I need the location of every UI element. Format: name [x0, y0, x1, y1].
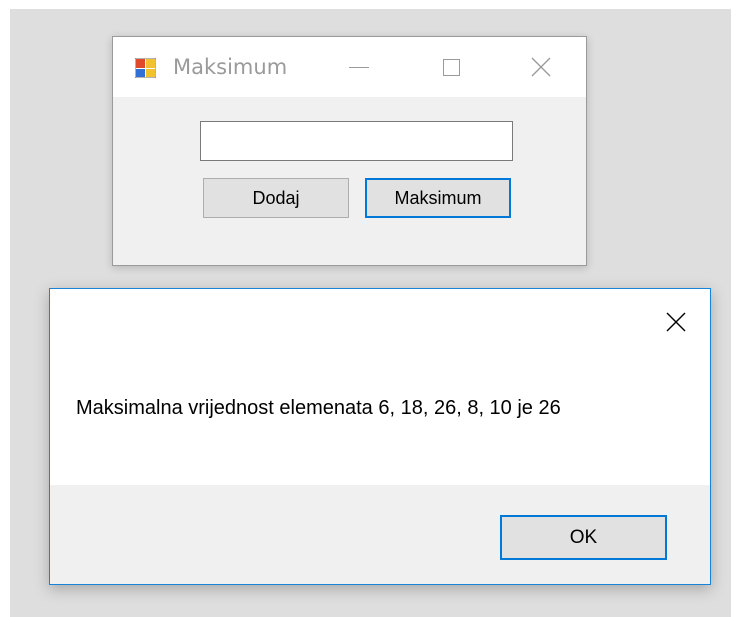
main-form-window: Maksimum Dodaj Maksimum	[112, 36, 587, 266]
close-icon	[666, 312, 686, 332]
add-button[interactable]: Dodaj	[203, 178, 349, 218]
ok-button[interactable]: OK	[500, 515, 667, 560]
message-box-dialog: Maksimalna vrijednost elemenata 6, 18, 2…	[49, 288, 711, 585]
close-window-button[interactable]	[521, 50, 561, 84]
close-icon	[531, 57, 551, 77]
windows-form-icon	[135, 58, 156, 78]
window-title: Maksimum	[173, 55, 288, 79]
minimize-button[interactable]	[339, 50, 379, 84]
title-bar[interactable]: Maksimum	[113, 37, 586, 97]
maximize-button[interactable]	[431, 50, 471, 84]
dialog-close-button[interactable]	[656, 302, 696, 342]
minimize-icon	[349, 66, 369, 68]
number-input[interactable]	[200, 121, 513, 161]
maximum-button[interactable]: Maksimum	[365, 178, 511, 218]
maximize-icon	[442, 58, 460, 76]
message-text: Maksimalna vrijednost elemenata 6, 18, 2…	[76, 397, 561, 419]
